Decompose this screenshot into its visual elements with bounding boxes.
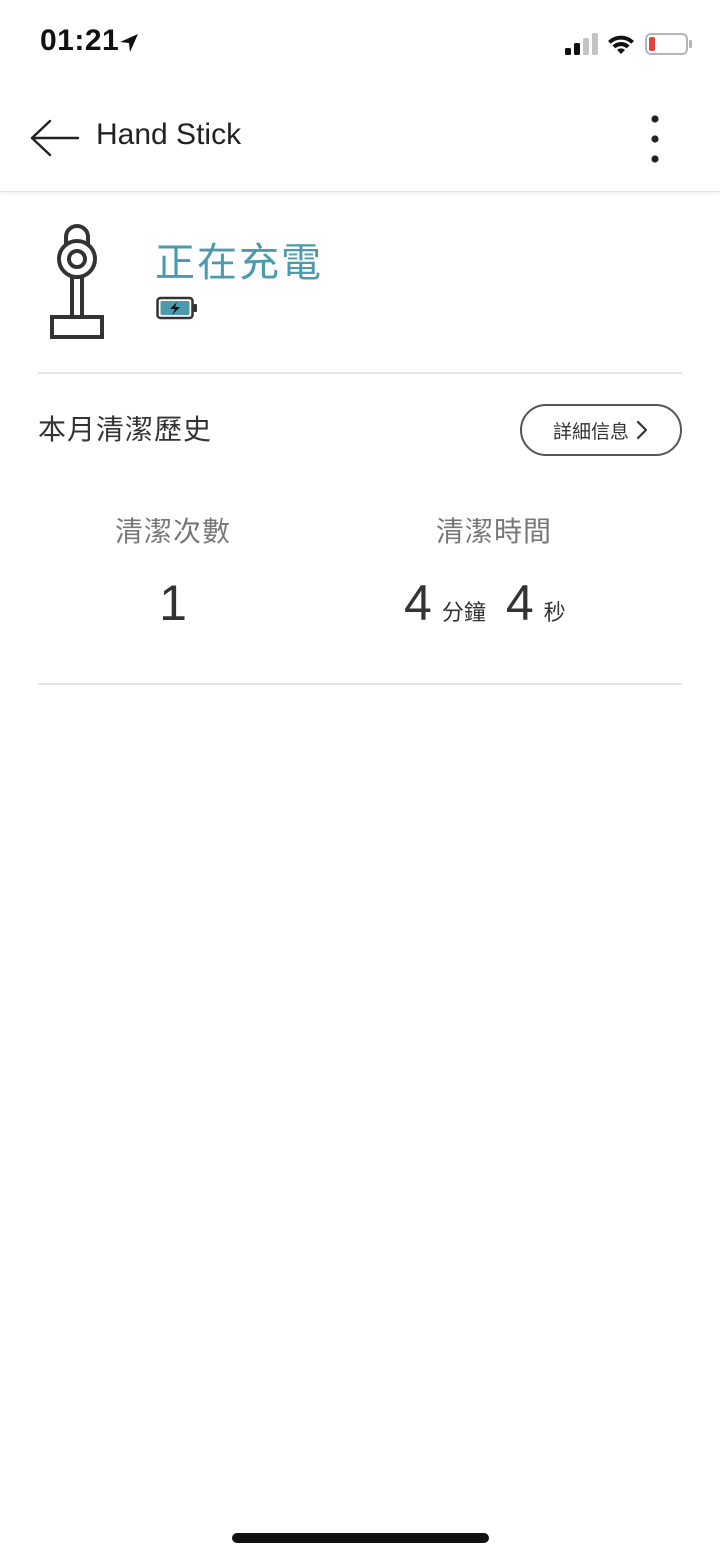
minutes-unit: 分鐘 xyxy=(441,601,486,626)
arrow-left-icon xyxy=(30,119,80,157)
minutes-value: 4 xyxy=(404,575,432,631)
details-button-label: 詳細信息 xyxy=(552,420,629,443)
wifi-icon xyxy=(608,35,634,54)
battery-charging-icon xyxy=(156,296,197,320)
history-title: 本月清潔歷史 xyxy=(38,413,213,446)
seconds-unit: 秒 xyxy=(543,601,566,626)
divider xyxy=(38,372,682,374)
app-bar: Hand Stick xyxy=(0,88,720,192)
more-options-button[interactable] xyxy=(636,112,674,168)
divider xyxy=(38,683,682,685)
screen: 01:21 Hand Stick 正在充電 本月清潔歷史 詳細信息 清潔次數 清… xyxy=(0,0,720,1559)
battery-low-icon xyxy=(645,33,692,55)
more-vertical-icon xyxy=(651,115,659,163)
cleaning-count-value: 1 xyxy=(159,575,187,631)
chevron-right-icon xyxy=(636,420,648,440)
page-title: Hand Stick xyxy=(96,118,242,151)
status-time: 01:21 xyxy=(40,24,120,57)
back-button[interactable] xyxy=(26,116,82,160)
vacuum-stick-icon xyxy=(50,224,104,339)
home-indicator[interactable] xyxy=(232,1533,489,1543)
details-button[interactable]: 詳細信息 xyxy=(520,404,682,456)
location-arrow-icon xyxy=(120,34,138,52)
status-bar: 01:21 xyxy=(0,0,720,88)
cleaning-count-label: 清潔次數 xyxy=(114,515,231,548)
cleaning-time-label: 清潔時間 xyxy=(435,515,552,548)
device-status-text: 正在充電 xyxy=(155,240,323,286)
cellular-signal-icon xyxy=(565,33,598,55)
cleaning-time-value: 4 分鐘 4 秒 xyxy=(404,574,566,634)
seconds-value: 4 xyxy=(505,575,534,631)
